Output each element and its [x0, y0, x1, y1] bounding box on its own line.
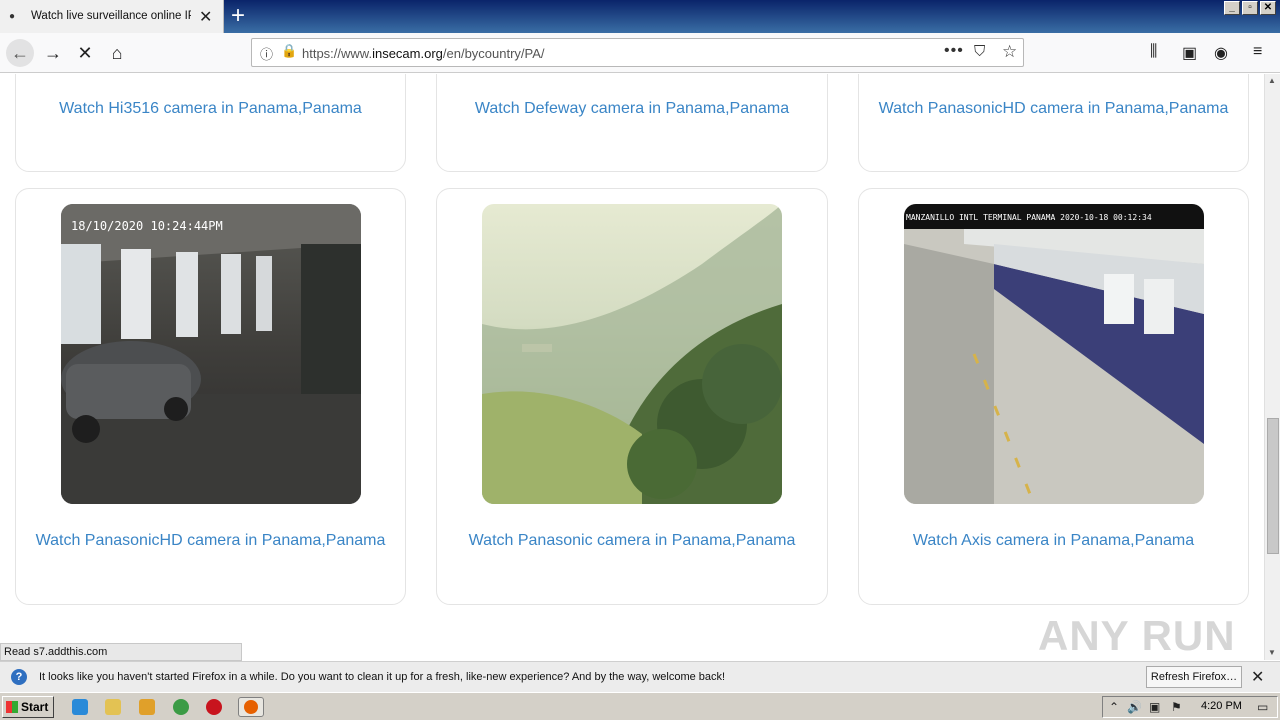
refresh-firefox-button[interactable]: Refresh Firefox…	[1146, 666, 1242, 688]
flag-icon[interactable]: ⚑	[1171, 700, 1182, 714]
watermark-logo: ANY RUN	[1038, 612, 1236, 659]
camera-thumbnail[interactable]	[482, 204, 782, 504]
notification-bar: ? It looks like you haven't started Fire…	[0, 661, 1280, 692]
account-icon[interactable]: ◉	[1214, 43, 1228, 63]
camera-card: MANZANILLO INTL TERMINAL PANAMA 2020-10-…	[858, 188, 1249, 605]
ie-icon[interactable]	[72, 699, 88, 715]
camera-card: Watch Panasonic camera in Panama,Panama	[436, 188, 828, 605]
camera-thumbnail[interactable]: 18/10/2020 10:24:44PM	[61, 204, 361, 504]
minimize-button[interactable]: _	[1224, 1, 1240, 15]
camera-link[interactable]: Watch Panasonic camera in Panama,Panama	[437, 532, 827, 550]
active-tab[interactable]: ● Watch live surveillance online IP ca ✕	[0, 0, 224, 33]
media-player-icon[interactable]	[139, 699, 155, 715]
close-window-button[interactable]: ✕	[1260, 1, 1276, 15]
scroll-up-icon[interactable]: ▲	[1268, 76, 1276, 85]
camera-card: 18/10/2020 10:24:44PM Watch PanasonicHD …	[15, 188, 406, 605]
opera-icon[interactable]	[206, 699, 222, 715]
status-text: Read s7.addthis.com	[0, 643, 242, 661]
camera-link[interactable]: Watch PanasonicHD camera in Panama,Panam…	[16, 532, 405, 550]
pocket-icon[interactable]: ⛉	[974, 43, 985, 60]
restore-button[interactable]: ▫	[1242, 1, 1258, 15]
page-actions-icon[interactable]: •••	[944, 42, 964, 60]
camera-link[interactable]: Watch Defeway camera in Panama,Panama	[437, 100, 827, 118]
clock: 4:20 PM	[1201, 700, 1242, 712]
notification-message: It looks like you haven't started Firefo…	[39, 671, 726, 683]
menu-icon[interactable]: ≡	[1253, 43, 1262, 61]
forward-icon[interactable]: →	[39, 39, 67, 67]
tray-expand-icon[interactable]: ⌃	[1109, 700, 1119, 714]
library-icon[interactable]: ⫼	[1150, 43, 1157, 61]
taskbar: Start ⌃ 🔊 ▣ ⚑ 4:20 PM ▭	[0, 692, 1280, 720]
folder-icon[interactable]	[105, 699, 121, 715]
start-button[interactable]: Start	[2, 696, 54, 718]
hillside-camera-image	[482, 204, 782, 504]
camera-link[interactable]: Watch Hi3516 camera in Panama,Panama	[16, 100, 405, 118]
camera-card: Watch Hi3516 camera in Panama,Panama	[15, 74, 406, 172]
volume-icon[interactable]: 🔊	[1127, 700, 1142, 714]
new-tab-icon[interactable]: +	[231, 3, 245, 29]
scroll-down-icon[interactable]: ▼	[1268, 648, 1276, 657]
tab-title: Watch live surveillance online IP ca	[31, 10, 191, 22]
timestamp-overlay: 18/10/2020 10:24:44PM	[71, 219, 223, 233]
terminal-camera-image: MANZANILLO INTL TERMINAL PANAMA 2020-10-…	[904, 204, 1204, 504]
camera-card: Watch Defeway camera in Panama,Panama	[436, 74, 828, 172]
page-content: Watch Hi3516 camera in Panama,Panama Wat…	[0, 74, 1264, 660]
notification-close-icon[interactable]: ✕	[1251, 667, 1264, 687]
scrollbar-thumb[interactable]	[1267, 418, 1279, 554]
windows-logo-icon	[6, 701, 18, 713]
url-text[interactable]: https://www.insecam.org/en/bycountry/PA/	[302, 46, 545, 61]
firefox-icon	[244, 700, 258, 714]
desktop-icon[interactable]: ▭	[1257, 700, 1268, 714]
title-bar: ● Watch live surveillance online IP ca ✕…	[0, 0, 1280, 33]
chrome-icon[interactable]	[173, 699, 189, 715]
camera-link[interactable]: Watch PanasonicHD camera in Panama,Panam…	[859, 100, 1248, 118]
tab-loading-icon: ●	[9, 11, 16, 22]
garage-camera-image: 18/10/2020 10:24:44PM	[61, 204, 361, 504]
sidebar-icon[interactable]: ▣	[1182, 43, 1197, 63]
camera-thumbnail[interactable]: MANZANILLO INTL TERMINAL PANAMA 2020-10-…	[904, 204, 1204, 504]
system-tray: ⌃ 🔊 ▣ ⚑ 4:20 PM ▭	[1102, 696, 1278, 718]
tab-close-icon[interactable]: ✕	[199, 7, 212, 27]
back-icon[interactable]: ←	[6, 39, 34, 67]
camera-link[interactable]: Watch Axis camera in Panama,Panama	[859, 532, 1248, 550]
url-bar[interactable]: ⓘ 🔒 https://www.insecam.org/en/bycountry…	[251, 38, 1024, 67]
window-controls: _ ▫ ✕	[1224, 1, 1276, 15]
navigation-bar: ← → ✕ ⌂ ⓘ 🔒 https://www.insecam.org/en/b…	[0, 33, 1280, 73]
camera-card: Watch PanasonicHD camera in Panama,Panam…	[858, 74, 1249, 172]
vertical-scrollbar[interactable]: ▲ ▼	[1264, 74, 1280, 660]
stop-icon[interactable]: ✕	[71, 39, 99, 67]
question-icon: ?	[11, 669, 27, 685]
firefox-task-button[interactable]	[238, 697, 264, 717]
bookmark-star-icon[interactable]: ☆	[1002, 42, 1017, 62]
info-icon[interactable]: ⓘ	[260, 44, 273, 63]
lock-warning-icon[interactable]: 🔒	[281, 43, 297, 59]
network-icon[interactable]: ▣	[1149, 700, 1160, 714]
camera-overlay-text: MANZANILLO INTL TERMINAL PANAMA 2020-10-…	[906, 213, 1152, 222]
home-icon[interactable]: ⌂	[103, 39, 131, 67]
